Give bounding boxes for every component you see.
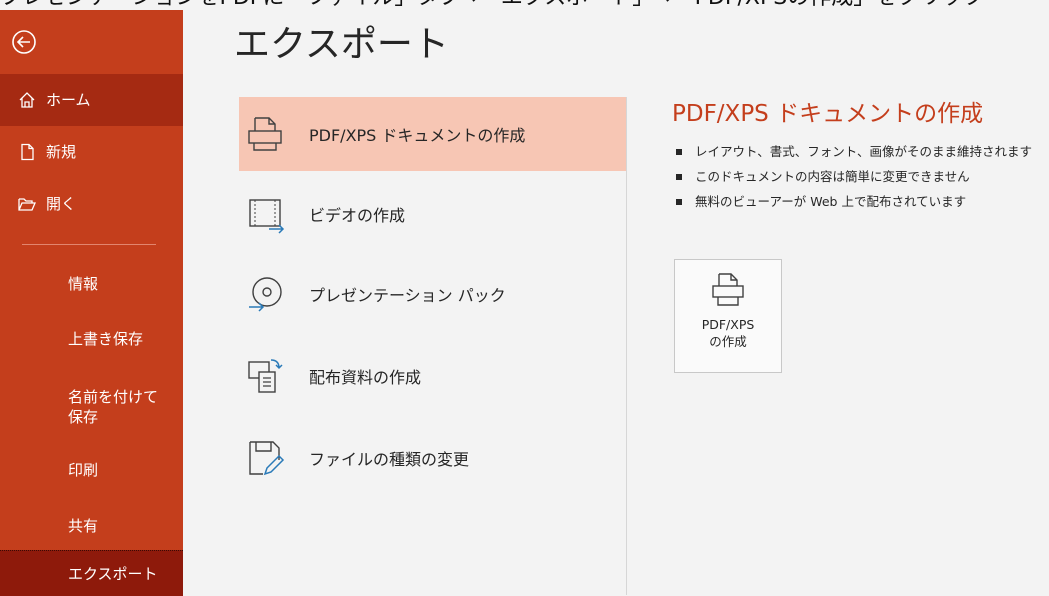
sidebar-item-label: 開く bbox=[46, 195, 77, 213]
back-arrow-icon[interactable] bbox=[10, 28, 38, 56]
sidebar-item-label: 名前を付けて保存 bbox=[68, 388, 159, 426]
option-create-handouts[interactable]: 配布資料の作成 bbox=[239, 339, 626, 413]
sidebar-item-home[interactable]: ホーム bbox=[0, 74, 183, 126]
option-label: PDF/XPS ドキュメントの作成 bbox=[309, 126, 526, 145]
create-pdf-xps-button[interactable]: PDF/XPS の作成 bbox=[674, 259, 782, 373]
sidebar-item-label: エクスポート bbox=[68, 564, 158, 583]
option-label: プレゼンテーション パック bbox=[309, 286, 506, 305]
detail-bullets: レイアウト、書式、フォント、画像がそのまま維持されます このドキュメントの内容は… bbox=[676, 139, 1049, 214]
option-label: ビデオの作成 bbox=[309, 206, 406, 225]
sidebar-item-info[interactable]: 情報 bbox=[0, 258, 183, 310]
pdf-printer-icon bbox=[248, 117, 282, 151]
sidebar-item-label: 共有 bbox=[68, 517, 99, 535]
button-label-line2: の作成 bbox=[709, 334, 747, 349]
handouts-icon bbox=[248, 359, 283, 393]
pdf-printer-icon bbox=[712, 273, 744, 306]
sidebar-item-save[interactable]: 上書き保存 bbox=[0, 313, 183, 365]
sidebar-item-print[interactable]: 印刷 bbox=[0, 444, 183, 496]
sidebar-item-share[interactable]: 共有 bbox=[0, 500, 183, 552]
page-title: エクスポート bbox=[234, 24, 449, 65]
option-create-pdf-xps[interactable]: PDF/XPS ドキュメントの作成 bbox=[239, 97, 626, 171]
sidebar-divider bbox=[22, 244, 156, 245]
video-icon bbox=[249, 199, 285, 234]
cd-package-icon bbox=[249, 277, 282, 312]
sidebar-item-export[interactable]: エクスポート bbox=[0, 550, 183, 596]
sidebar-item-label: ホーム bbox=[46, 91, 91, 109]
open-folder-icon bbox=[18, 198, 36, 211]
sidebar-item-open[interactable]: 開く bbox=[0, 178, 183, 230]
list-item: 無料のビューアーが Web 上で配布されています bbox=[676, 189, 1049, 214]
option-label: 配布資料の作成 bbox=[309, 368, 422, 387]
list-item: レイアウト、書式、フォント、画像がそのまま維持されます bbox=[676, 139, 1049, 164]
instruction-caption: プレゼンテーションをPDFに「ファイル」タブ→「エクスポート」→「PDF/XPS… bbox=[0, 0, 1049, 10]
sidebar-item-new[interactable]: 新規 bbox=[0, 126, 183, 178]
option-change-file-type[interactable]: ファイルの種類の変更 bbox=[239, 421, 626, 495]
option-create-video[interactable]: ビデオの作成 bbox=[239, 177, 626, 251]
sidebar-item-label: 新規 bbox=[46, 143, 77, 161]
sidebar-item-label: 上書き保存 bbox=[68, 330, 144, 348]
sidebar-item-label: 印刷 bbox=[68, 461, 99, 479]
detail-title: PDF/XPS ドキュメントの作成 bbox=[672, 101, 984, 127]
backstage-sidebar: ホーム 新規 開く 情報 上書き保存 名前を付けて保存 印刷 共有 エクスポート bbox=[0, 10, 183, 596]
export-options-list: PDF/XPS ドキュメントの作成 ビデオの作成 プレゼンテーション パック 配… bbox=[239, 97, 627, 595]
change-file-type-icon bbox=[249, 441, 285, 476]
list-item: このドキュメントの内容は簡単に変更できません bbox=[676, 164, 1049, 189]
option-package-presentation[interactable]: プレゼンテーション パック bbox=[239, 257, 626, 331]
option-label: ファイルの種類の変更 bbox=[309, 450, 470, 469]
sidebar-item-label: 情報 bbox=[68, 275, 99, 293]
new-document-icon bbox=[21, 143, 34, 161]
button-label-line1: PDF/XPS bbox=[701, 317, 755, 332]
home-icon bbox=[19, 92, 35, 108]
sidebar-item-save-as[interactable]: 名前を付けて保存 bbox=[0, 376, 183, 438]
